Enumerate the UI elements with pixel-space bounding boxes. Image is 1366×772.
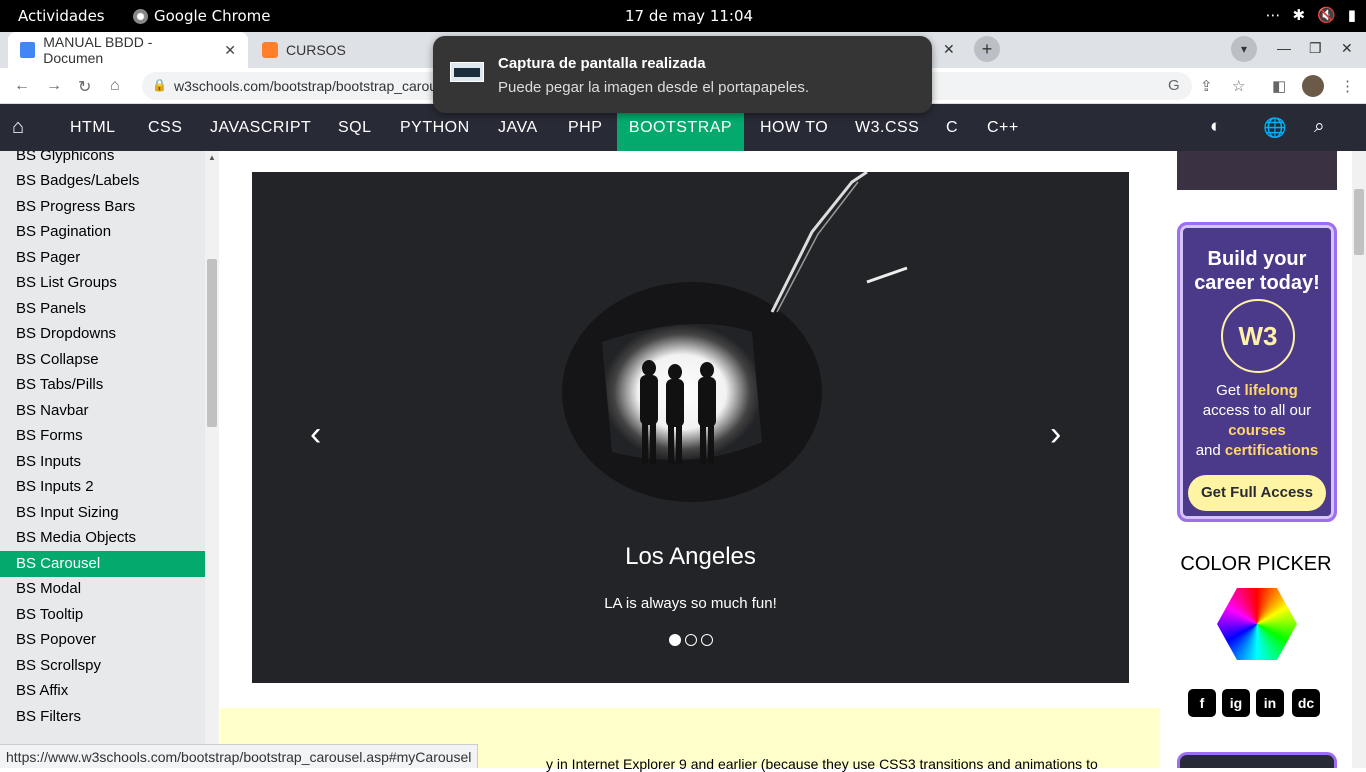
close-tab-icon[interactable]: ✕ bbox=[943, 41, 955, 58]
linkedin-icon[interactable]: in bbox=[1256, 689, 1284, 717]
tab-manual-bbdd[interactable]: MANUAL BBDD - Documen ✕ bbox=[8, 32, 248, 68]
sidebar-item-panels[interactable]: BS Panels bbox=[0, 296, 205, 322]
forward-icon[interactable]: → bbox=[46, 77, 62, 95]
facebook-icon[interactable]: f bbox=[1188, 689, 1216, 717]
get-full-access-button[interactable]: Get Full Access bbox=[1188, 475, 1326, 511]
dark-mode-icon[interactable]: ◐ bbox=[1210, 116, 1222, 138]
lock-icon[interactable]: 🔒 bbox=[152, 78, 167, 92]
sidebar-item-collapse[interactable]: BS Collapse bbox=[0, 347, 205, 373]
sidebar-item-badges[interactable]: BS Badges/Labels bbox=[0, 168, 205, 194]
sidebar-item-glyphicons[interactable]: BS Glyphicons bbox=[0, 151, 205, 169]
sidebar-item-scrollspy[interactable]: BS Scrollspy bbox=[0, 653, 205, 679]
status-url-bubble: https://www.w3schools.com/bootstrap/boot… bbox=[0, 744, 479, 768]
sidebar-item-navbar[interactable]: BS Navbar bbox=[0, 398, 205, 424]
nav-c[interactable]: C bbox=[938, 104, 966, 151]
screenshot-notification[interactable]: Captura de pantalla realizada Puede pega… bbox=[433, 36, 932, 113]
ad-description: Get lifelong access to all our courses a… bbox=[1195, 382, 1319, 459]
profile-avatar[interactable] bbox=[1302, 75, 1324, 97]
restore-icon[interactable]: ❐ bbox=[1309, 40, 1322, 57]
sidebar-item-tooltip[interactable]: BS Tooltip bbox=[0, 602, 205, 628]
sidebar-item-input-sizing[interactable]: BS Input Sizing bbox=[0, 500, 205, 526]
certificate-badge: W3 bbox=[1221, 299, 1295, 373]
sidebar-item-progress-bars[interactable]: BS Progress Bars bbox=[0, 194, 205, 220]
tab-search-button[interactable]: ▾ bbox=[1231, 36, 1257, 62]
ad-headline: Build your career today! bbox=[1194, 248, 1320, 294]
tab-label: CURSOS bbox=[286, 42, 346, 58]
sidebar-item-affix[interactable]: BS Affix bbox=[0, 678, 205, 704]
close-tab-icon[interactable]: ✕ bbox=[224, 42, 236, 59]
notification-title: Captura de pantalla realizada bbox=[498, 55, 706, 72]
system-tray[interactable]: ⋯ ✱ 🔇 ▮ bbox=[1265, 6, 1356, 24]
close-window-icon[interactable]: ✕ bbox=[1341, 40, 1353, 57]
docs-favicon-icon bbox=[20, 42, 36, 58]
carousel-indicator-1[interactable] bbox=[669, 634, 681, 646]
scrollbar-thumb[interactable] bbox=[207, 259, 217, 427]
app-name: Google Chrome bbox=[154, 7, 271, 25]
volume-muted-icon: 🔇 bbox=[1317, 6, 1336, 24]
carousel-prev-icon[interactable]: ‹ bbox=[310, 415, 321, 454]
xampp-favicon-icon bbox=[262, 42, 278, 58]
globe-icon[interactable]: 🌐 bbox=[1263, 116, 1287, 140]
share-icon[interactable]: ⇪ bbox=[1200, 77, 1213, 95]
sidebar-item-modal[interactable]: BS Modal bbox=[0, 576, 205, 602]
home-icon[interactable]: ⌂ bbox=[12, 116, 25, 139]
carousel-next-icon[interactable]: › bbox=[1050, 415, 1061, 454]
instagram-icon[interactable]: ig bbox=[1222, 689, 1250, 717]
sidebar-item-filters[interactable]: BS Filters bbox=[0, 704, 205, 730]
color-picker-heading[interactable]: COLOR PICKER bbox=[1161, 553, 1351, 576]
network-icon: ⋯ bbox=[1265, 6, 1281, 24]
activities-button[interactable]: Actividades bbox=[18, 7, 105, 25]
search-icon[interactable]: ⌕ bbox=[1314, 116, 1325, 138]
sidebar-scrollbar[interactable]: ▲ bbox=[205, 151, 219, 768]
page-scrollbar[interactable] bbox=[1352, 151, 1366, 768]
sidebar-item-forms[interactable]: BS Forms bbox=[0, 423, 205, 449]
sidebar-item-dropdowns[interactable]: BS Dropdowns bbox=[0, 321, 205, 347]
system-top-bar: Actividades Google Chrome 17 de may 11:0… bbox=[0, 0, 1366, 32]
scroll-up-icon[interactable]: ▲ bbox=[208, 153, 216, 162]
notification-body: Puede pegar la imagen desde el portapape… bbox=[498, 79, 810, 96]
sidebar-menu: BS Glyphicons BS Badges/Labels BS Progre… bbox=[0, 151, 205, 768]
more-menu-icon[interactable]: ⋮ bbox=[1340, 77, 1355, 95]
accessibility-icon: ✱ bbox=[1292, 6, 1306, 24]
app-menu[interactable]: Google Chrome bbox=[133, 7, 271, 25]
bookmark-star-icon[interactable]: ☆ bbox=[1232, 77, 1245, 95]
ad-image[interactable] bbox=[1177, 151, 1337, 190]
side-panel-icon[interactable]: ◧ bbox=[1272, 77, 1286, 95]
scrollbar-thumb[interactable] bbox=[1354, 189, 1364, 255]
sidebar-item-pagination[interactable]: BS Pagination bbox=[0, 219, 205, 245]
back-icon[interactable]: ← bbox=[14, 77, 30, 95]
ad-card-bottom[interactable] bbox=[1177, 752, 1337, 768]
home-icon[interactable]: ⌂ bbox=[110, 77, 120, 95]
google-icon[interactable]: G bbox=[1168, 77, 1180, 94]
nav-sql[interactable]: SQL bbox=[330, 104, 380, 151]
tab-label: MANUAL BBDD - Documen bbox=[43, 34, 153, 66]
carousel-indicator-3[interactable] bbox=[701, 634, 713, 646]
tab-cursos[interactable]: CURSOS bbox=[250, 32, 450, 68]
chrome-icon bbox=[133, 8, 148, 24]
sidebar-item-inputs-2[interactable]: BS Inputs 2 bbox=[0, 474, 205, 500]
carousel-caption-title: Los Angeles bbox=[625, 543, 756, 570]
sidebar-item-inputs[interactable]: BS Inputs bbox=[0, 449, 205, 475]
carousel-indicator-2[interactable] bbox=[685, 634, 697, 646]
sidebar-item-popover[interactable]: BS Popover bbox=[0, 627, 205, 653]
minimize-icon[interactable]: — bbox=[1277, 40, 1291, 56]
sidebar-item-tabs-pills[interactable]: BS Tabs/Pills bbox=[0, 372, 205, 398]
career-ad-card[interactable]: Build your career today! W3 Get lifelong… bbox=[1177, 222, 1337, 522]
sidebar-item-carousel[interactable]: BS Carousel bbox=[0, 551, 205, 577]
nav-html[interactable]: HTML bbox=[62, 104, 124, 151]
carousel-caption-text: LA is always so much fun! bbox=[604, 595, 777, 612]
nav-css[interactable]: CSS bbox=[140, 104, 190, 151]
nav-javascript[interactable]: JAVASCRIPT bbox=[202, 104, 319, 151]
sidebar-item-media-objects[interactable]: BS Media Objects bbox=[0, 525, 205, 551]
nav-cpp[interactable]: C++ bbox=[979, 104, 1027, 151]
discord-icon[interactable]: dc bbox=[1292, 689, 1320, 717]
new-tab-button[interactable]: + bbox=[974, 36, 1000, 62]
note-text: y in Internet Explorer 9 and earlier (be… bbox=[546, 756, 1098, 772]
screenshot-thumbnail bbox=[450, 62, 484, 82]
sidebar-item-pager[interactable]: BS Pager bbox=[0, 245, 205, 271]
battery-icon: ▮ bbox=[1347, 6, 1356, 24]
reload-icon[interactable]: ↻ bbox=[78, 77, 91, 97]
sidebar-item-list-groups[interactable]: BS List Groups bbox=[0, 270, 205, 296]
clock[interactable]: 17 de may 11:04 bbox=[625, 7, 753, 25]
